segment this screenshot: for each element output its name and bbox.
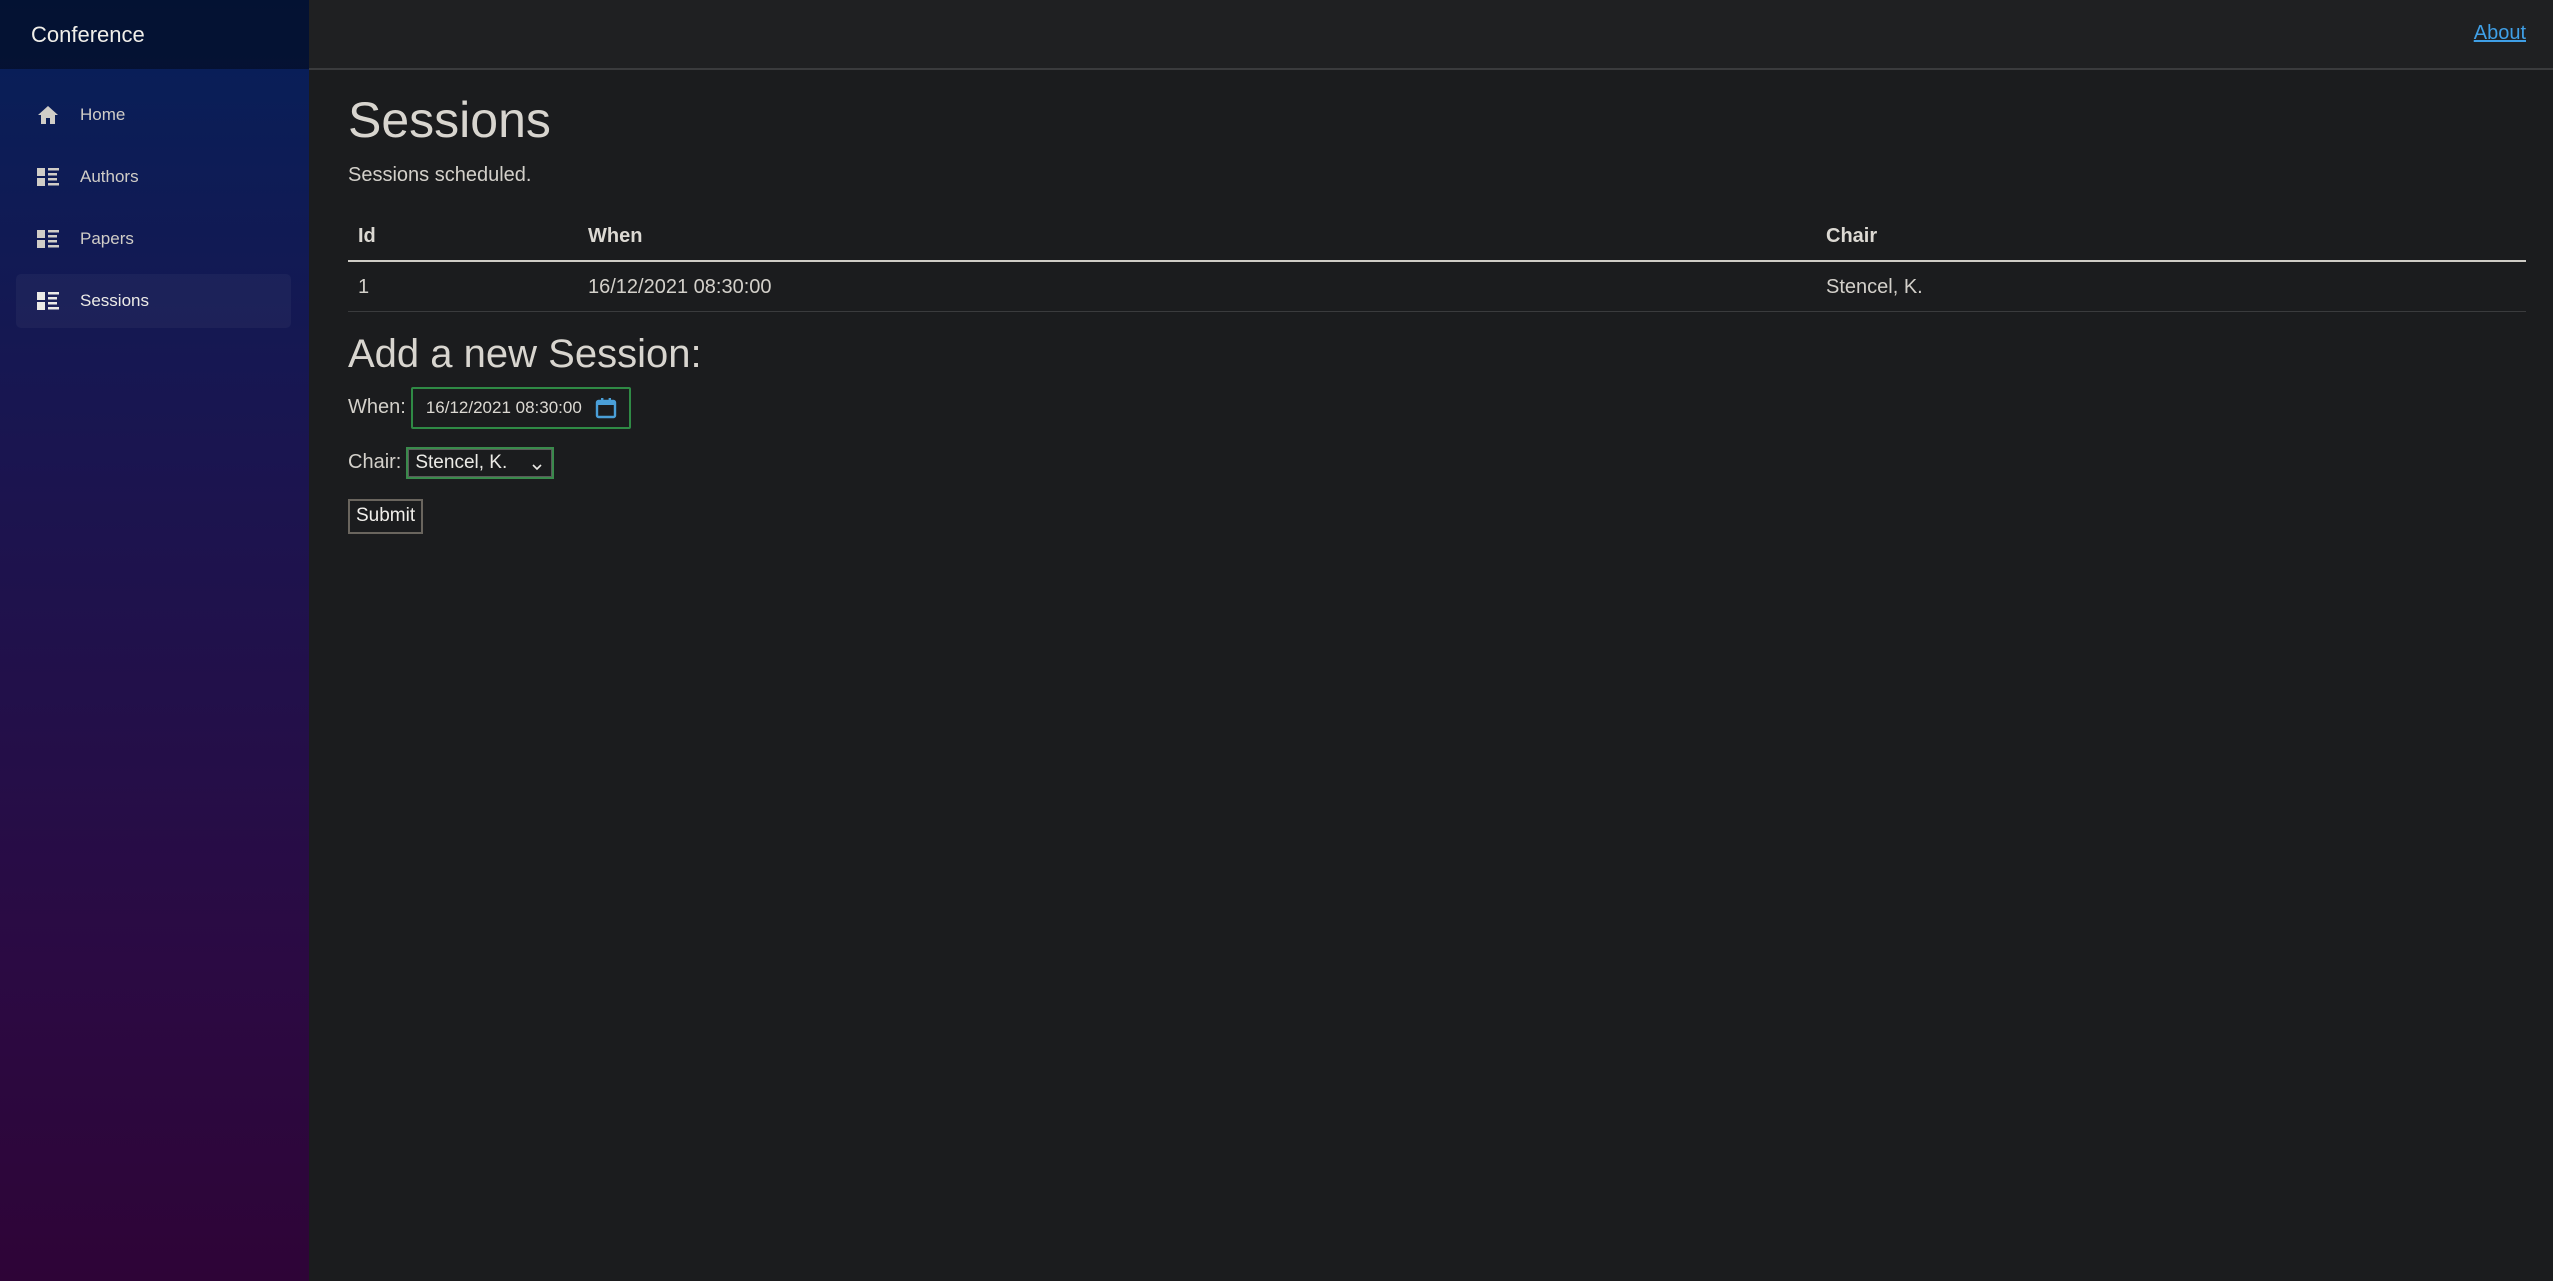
page-title: Sessions (348, 92, 551, 148)
brand[interactable]: Conference (0, 0, 309, 69)
sidebar-item-label: Home (80, 105, 126, 124)
column-header-when: When (578, 210, 1816, 262)
when-label: When: (348, 396, 406, 418)
nav-menu: Home Authors Papers Sessions (0, 69, 309, 328)
top-bar: About (309, 0, 2553, 70)
calendar-icon[interactable] (595, 397, 617, 419)
sidebar: Conference Home Authors Papers Sessions (0, 0, 309, 1281)
sidebar-item-home[interactable]: Home (16, 88, 291, 142)
chair-selected-value: Stencel, K. (415, 451, 508, 473)
sidebar-item-sessions[interactable]: Sessions (16, 274, 291, 328)
sidebar-item-papers[interactable]: Papers (16, 212, 291, 266)
when-datetime-input[interactable]: 16/12/2021 08:30:00 (410, 386, 631, 429)
table-header-row: Id When Chair (348, 210, 2526, 262)
cell-when: 16/12/2021 08:30:00 (578, 260, 1816, 312)
about-link[interactable]: About (2474, 22, 2526, 45)
brand-title[interactable]: Conference (31, 22, 145, 48)
table-row: 1 16/12/2021 08:30:00 Stencel, K. (348, 260, 2526, 312)
cell-chair: Stencel, K. (1816, 260, 2526, 312)
list-icon (36, 166, 60, 188)
column-header-id: Id (348, 210, 578, 262)
submit-button[interactable]: Submit (348, 498, 424, 534)
sessions-table: Id When Chair 1 16/12/2021 08:30:00 Sten… (348, 210, 2526, 312)
when-value: 16/12/2021 08:30:00 (425, 397, 582, 417)
chair-label: Chair: (348, 451, 402, 473)
cell-id: 1 (348, 260, 578, 312)
sidebar-item-label: Papers (80, 229, 134, 248)
sidebar-item-label: Authors (80, 167, 139, 186)
page-subtitle: Sessions scheduled. (348, 163, 532, 186)
home-icon (36, 104, 60, 126)
sidebar-item-label: Sessions (80, 291, 149, 310)
chevron-down-icon (531, 457, 543, 479)
list-icon (36, 290, 60, 312)
column-header-chair: Chair (1816, 210, 2526, 262)
chair-select[interactable]: Stencel, K. (406, 446, 555, 479)
list-icon (36, 228, 60, 250)
chair-row: Chair: Stencel, K. (348, 446, 2526, 479)
when-row: When: 16/12/2021 08:30:00 (348, 386, 2526, 429)
sidebar-item-authors[interactable]: Authors (16, 150, 291, 204)
form-heading: Add a new Session: (348, 331, 702, 376)
main-content: Sessions Sessions scheduled. Id When Cha… (348, 70, 2526, 534)
